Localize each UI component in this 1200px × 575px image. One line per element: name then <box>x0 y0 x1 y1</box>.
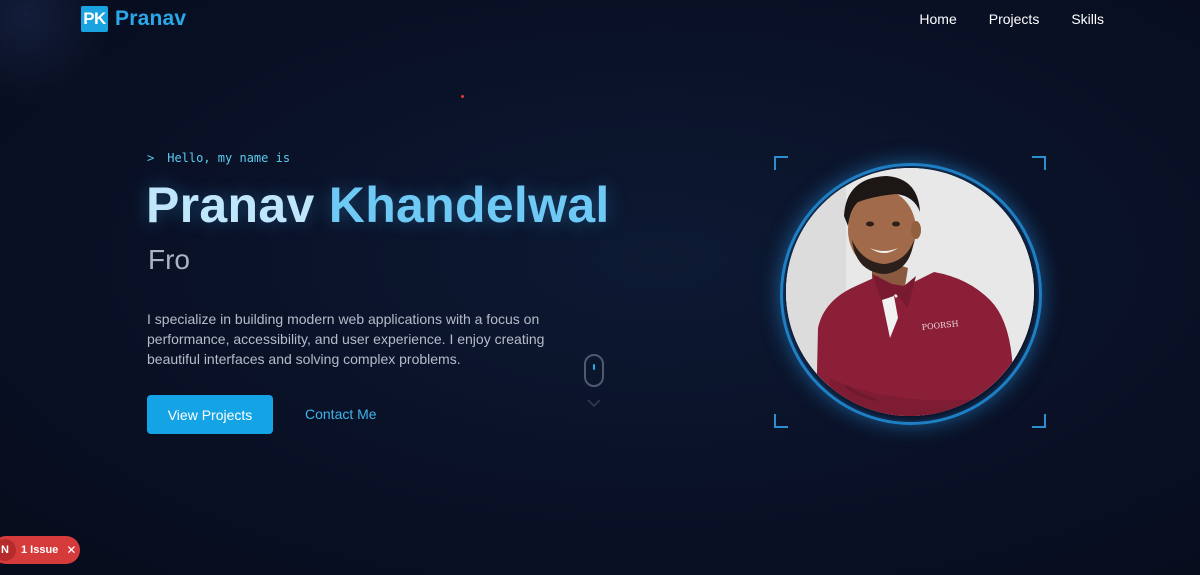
scroll-wheel <box>593 364 595 370</box>
frame-corner-bottom-right <box>1032 414 1046 428</box>
logo-text: Pranav <box>115 7 187 30</box>
greeting-text: Hello, my name is <box>167 151 291 165</box>
frame-corner-top-left <box>774 156 788 170</box>
issue-label: 1 Issue <box>21 544 59 556</box>
view-projects-button[interactable]: View Projects <box>147 395 273 434</box>
profile-photo: POORSH <box>786 168 1034 416</box>
nav-item-home[interactable]: Home <box>919 11 956 27</box>
nav-item-projects[interactable]: Projects <box>989 11 1040 27</box>
main-nav: Home Projects Skills <box>887 11 1104 27</box>
hero-name: Pranav Khandelwal <box>146 176 610 234</box>
hero-role-typing: Fro <box>148 244 190 275</box>
site-logo[interactable]: PK Pranav <box>81 6 186 32</box>
hero-greeting: > Hello, my name is <box>147 151 290 165</box>
hero-description: I specialize in building modern web appl… <box>147 311 545 367</box>
nav-item-skills[interactable]: Skills <box>1071 11 1104 27</box>
last-name: Khandelwal <box>328 177 610 233</box>
scroll-mouse-icon[interactable] <box>584 354 604 387</box>
chevron-down-icon <box>587 399 601 408</box>
contact-me-button[interactable]: Contact Me <box>305 406 377 422</box>
first-name: Pranav <box>146 177 315 233</box>
person-illustration: POORSH <box>786 168 1034 416</box>
issue-badge[interactable]: N 1 Issue ✕ <box>0 536 80 564</box>
frame-corner-bottom-left <box>774 414 788 428</box>
close-icon[interactable]: ✕ <box>66 543 76 557</box>
logo-badge: PK <box>81 6 108 32</box>
frame-corner-top-right <box>1032 156 1046 170</box>
prompt-icon: > <box>147 151 155 165</box>
decorative-dot <box>461 95 464 98</box>
nextjs-icon: N <box>0 539 16 561</box>
